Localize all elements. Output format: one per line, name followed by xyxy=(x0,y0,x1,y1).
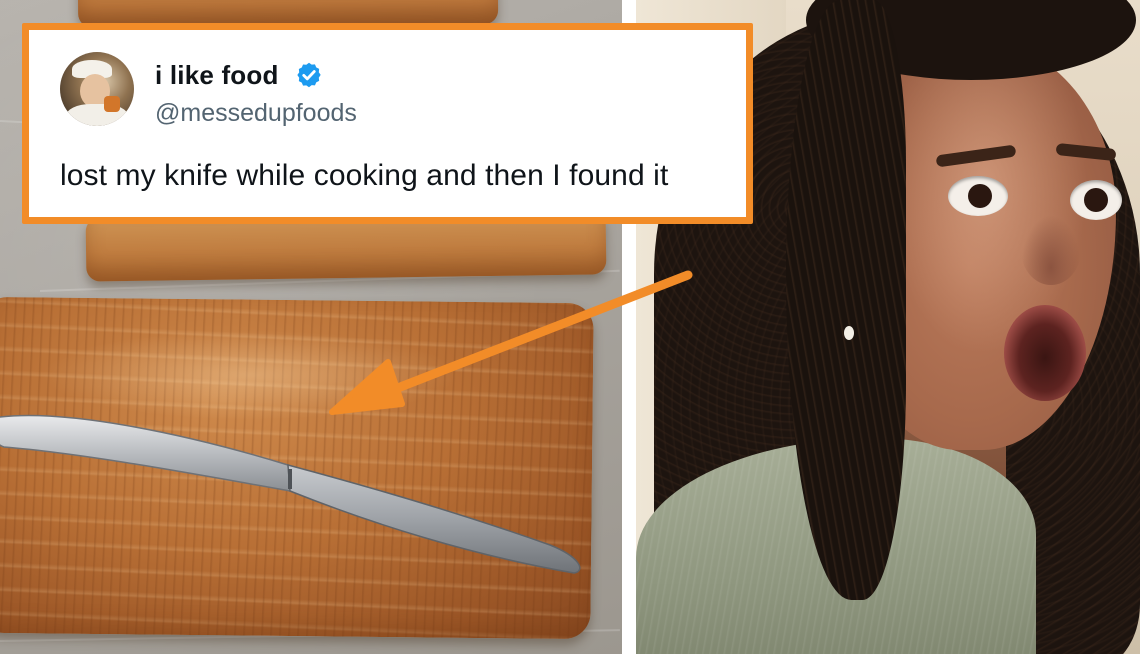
knife-icon xyxy=(0,414,581,574)
right-eye xyxy=(1070,180,1122,220)
left-eye xyxy=(948,176,1008,216)
display-name[interactable]: i like food xyxy=(155,60,279,91)
pupil xyxy=(968,184,992,208)
nose xyxy=(1021,215,1081,285)
verified-badge-icon xyxy=(297,62,321,88)
pupil xyxy=(1084,188,1108,212)
avatar-food xyxy=(104,96,120,112)
tweet-text: lost my knife while cooking and then I f… xyxy=(60,159,669,192)
earring xyxy=(844,326,854,340)
avatar[interactable] xyxy=(60,52,134,126)
open-mouth xyxy=(1004,305,1086,401)
tweet-card[interactable]: i like food @messedupfoods lost my knife… xyxy=(22,23,753,224)
handle[interactable]: @messedupfoods xyxy=(155,99,357,128)
